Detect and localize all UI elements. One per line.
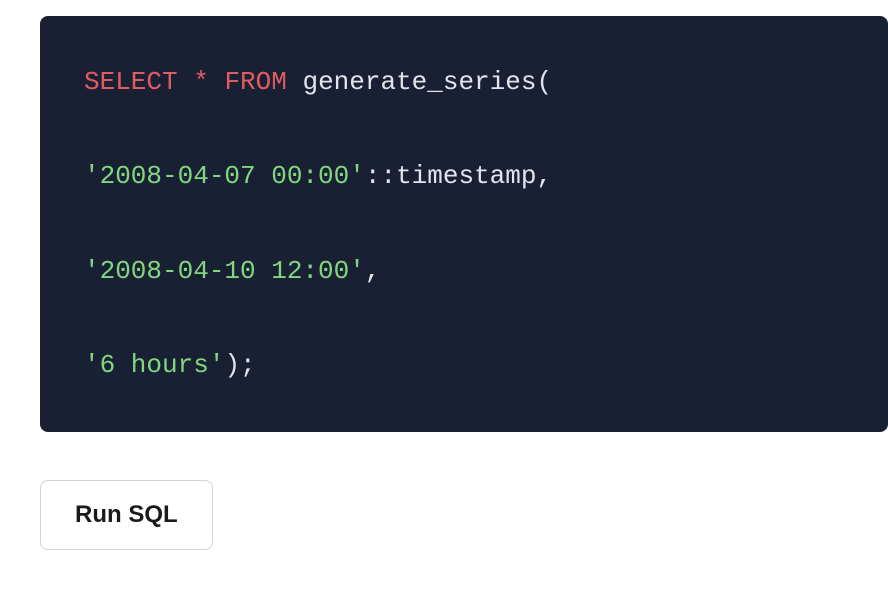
run-sql-button[interactable]: Run SQL (40, 480, 213, 550)
string-literal: '2008-04-10 12:00' (84, 256, 365, 286)
comma: , (537, 161, 553, 191)
code-line-1: SELECT * FROM generate_series( (84, 64, 844, 100)
code-line-4: '6 hours'); (84, 347, 844, 383)
operator-star: * (178, 67, 225, 97)
string-literal: '2008-04-07 00:00' (84, 161, 365, 191)
type-cast: ::timestamp (365, 161, 537, 191)
comma: , (365, 256, 381, 286)
function-call: generate_series( (287, 67, 552, 97)
keyword-select: SELECT (84, 67, 178, 97)
keyword-from: FROM (224, 67, 286, 97)
close-paren-semicolon: ); (224, 350, 255, 380)
code-line-2: '2008-04-07 00:00'::timestamp, (84, 158, 844, 194)
string-literal: '6 hours' (84, 350, 224, 380)
sql-code-block: SELECT * FROM generate_series( '2008-04-… (40, 16, 888, 432)
code-line-3: '2008-04-10 12:00', (84, 253, 844, 289)
